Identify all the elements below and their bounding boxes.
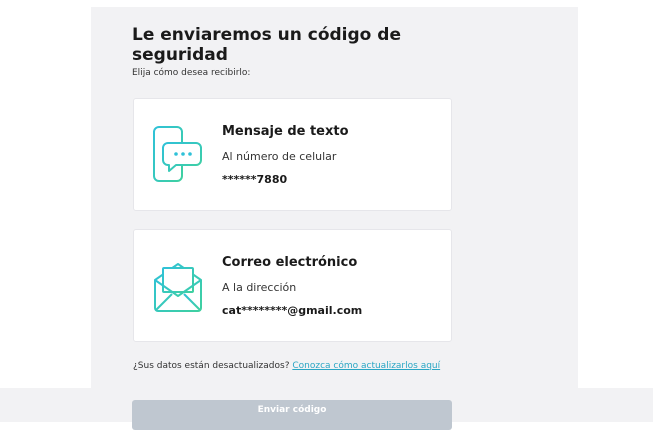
email-option-card[interactable]: Correo electrónico A la dirección cat***… <box>133 229 452 342</box>
masked-email-address: cat********@gmail.com <box>222 304 363 317</box>
sms-option-card[interactable]: Mensaje de texto Al número de celular **… <box>133 98 452 211</box>
page-subtitle: Elija cómo desea recibirlo: <box>132 68 251 78</box>
email-option-title: Correo electrónico <box>222 255 358 270</box>
email-option-description: A la dirección <box>222 281 297 294</box>
outdated-data-text: ¿Sus datos están desactualizados? <box>133 361 290 371</box>
envelope-icon <box>152 254 204 316</box>
send-code-button[interactable]: Enviar código <box>132 400 452 430</box>
outdated-data-notice: ¿Sus datos están desactualizados? Conozc… <box>133 361 453 372</box>
sms-option-description: Al número de celular <box>222 150 337 163</box>
masked-phone-number: ******7880 <box>222 173 288 186</box>
phone-chat-icon <box>152 123 204 185</box>
page-title: Le enviaremos un código de seguridad <box>132 25 401 65</box>
sms-option-title: Mensaje de texto <box>222 124 349 139</box>
update-data-link[interactable]: Conozca cómo actualizarlos aquí <box>292 361 440 371</box>
